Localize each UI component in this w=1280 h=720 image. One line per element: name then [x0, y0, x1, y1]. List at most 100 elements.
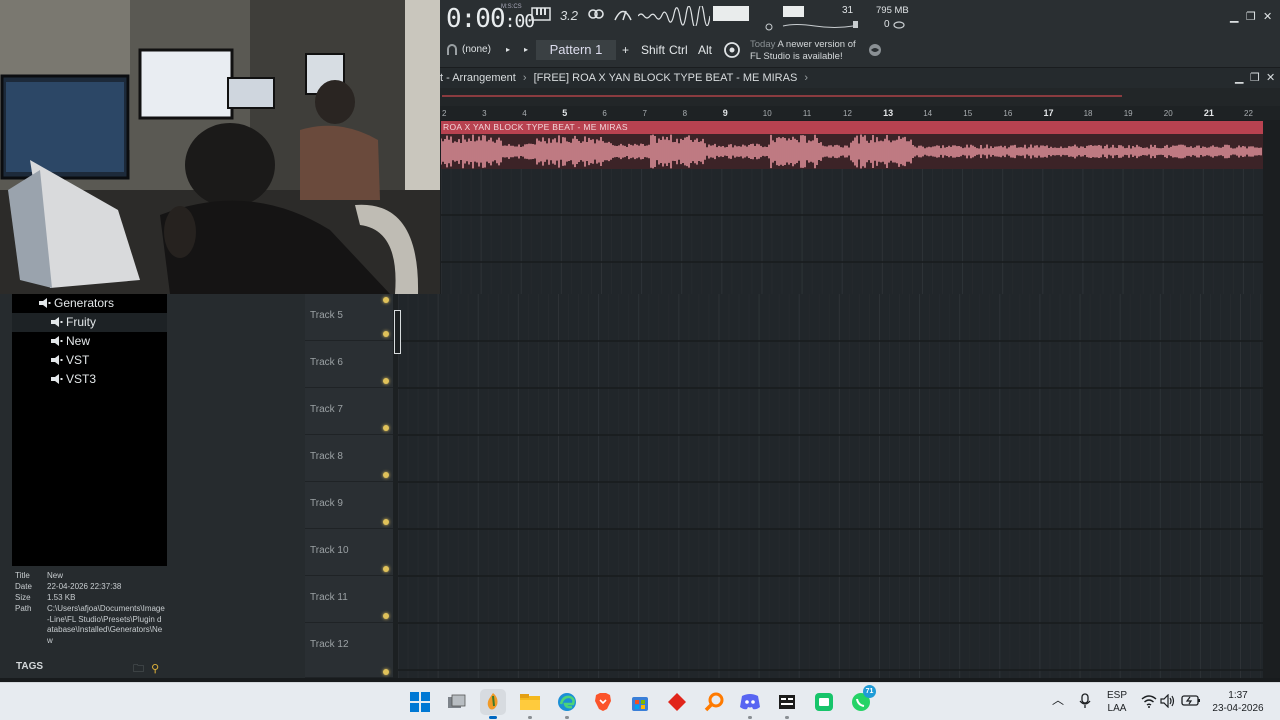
close-icon[interactable]: ✕: [1263, 10, 1272, 23]
system-clock[interactable]: 1:37 23-04-2026: [1208, 689, 1268, 715]
microphone-icon[interactable]: [1079, 693, 1091, 712]
folder-icon[interactable]: 🗀: [133, 663, 144, 675]
oscilloscope-display: [638, 6, 710, 26]
breadcrumb-arrangement[interactable]: t - Arrangement: [440, 72, 516, 84]
brave-icon[interactable]: [590, 689, 616, 715]
playlist-grid-lower[interactable]: [397, 294, 1263, 678]
speaker-icon: [39, 298, 51, 308]
add-pattern-button[interactable]: +: [622, 43, 629, 57]
edge-icon[interactable]: [554, 689, 580, 719]
track-label: Track 12: [310, 639, 349, 650]
track-header[interactable]: Track 10: [305, 529, 393, 576]
piano-keys-icon[interactable]: [530, 7, 552, 25]
browser-item-fruity[interactable]: Fruity: [12, 313, 167, 332]
track-headers: Track 5 Track 6 Track 7 Track 8 Track 9 …: [305, 294, 393, 678]
restore-icon[interactable]: ❐: [1246, 10, 1256, 23]
speaker-icon: [51, 374, 63, 384]
track-label: Track 10: [310, 545, 349, 556]
track-led[interactable]: [383, 519, 389, 525]
ruler-tick: 2: [442, 109, 447, 118]
battery-icon[interactable]: [1181, 693, 1201, 711]
online-icon[interactable]: [868, 43, 882, 57]
track-led[interactable]: [383, 331, 389, 337]
ruler-tick: 18: [1083, 109, 1093, 118]
cpu-meter: [783, 6, 804, 17]
minimize-icon[interactable]: ▁: [1230, 10, 1238, 23]
timeline-ruler[interactable]: 2 3 4 5 6 7 8 9 10 11 12 13 14 15 16 17 18 19 20 21 22: [440, 106, 1280, 120]
ctrl-button[interactable]: Ctrl: [669, 43, 688, 57]
fl-studio-icon[interactable]: [480, 689, 506, 719]
track-header[interactable]: Track 11: [305, 576, 393, 623]
loop-record-icon[interactable]: [585, 7, 607, 25]
time-format-label: M:S:CS: [501, 4, 522, 10]
snap-selector[interactable]: (none): [462, 44, 491, 55]
discord-icon[interactable]: [737, 689, 763, 719]
play-pattern-icon[interactable]: ▸: [524, 45, 528, 54]
green-app-icon[interactable]: [811, 689, 837, 715]
track-led[interactable]: [383, 297, 389, 303]
ruler-tick: 15: [963, 109, 973, 118]
track-led[interactable]: [383, 472, 389, 478]
track-header[interactable]: Track 6: [305, 341, 393, 388]
track-led[interactable]: [383, 425, 389, 431]
whatsapp-icon[interactable]: 71: [848, 685, 876, 715]
news-panel[interactable]: Today A newer version of FL Studio is av…: [750, 39, 856, 63]
track-header[interactable]: Track 7: [305, 388, 393, 435]
alt-button[interactable]: Alt: [698, 43, 712, 57]
snap-icon[interactable]: [446, 44, 458, 59]
ruler-tick: 4: [522, 109, 527, 118]
playlist-restore-icon[interactable]: ❐: [1250, 68, 1260, 88]
track-led[interactable]: [383, 669, 389, 675]
track-header[interactable]: Track 5: [305, 294, 393, 341]
ruler-tick: 8: [682, 109, 688, 118]
ruler-tick: 9: [722, 108, 728, 118]
start-icon[interactable]: [407, 689, 433, 715]
ruler-tick: 14: [923, 109, 933, 118]
browser-item-vst3[interactable]: VST3: [51, 370, 96, 389]
speaker-icon: [51, 317, 63, 327]
ruler-tick: 7: [642, 109, 647, 118]
file-explorer-icon[interactable]: [517, 689, 543, 719]
audio-clip[interactable]: ROA X YAN BLOCK TYPE BEAT - ME MIRAS: [441, 121, 1263, 169]
snap-arrow-icon[interactable]: ▸: [506, 45, 510, 54]
beat-display-icon[interactable]: 3.2: [557, 7, 581, 25]
track-header[interactable]: Track 9: [305, 482, 393, 529]
metronome-icon[interactable]: [612, 7, 634, 25]
scrollbar-thumb[interactable]: [442, 95, 1122, 97]
playlist-close-icon[interactable]: ✕: [1266, 68, 1275, 88]
red-app-icon[interactable]: [664, 689, 690, 715]
track-header[interactable]: Track 12: [305, 623, 393, 678]
browser-list: Generators Fruity New VST VST3: [12, 294, 167, 566]
pattern-selector[interactable]: Pattern 1: [536, 40, 616, 60]
track-led[interactable]: [383, 613, 389, 619]
browser-item-new[interactable]: New: [51, 332, 90, 351]
shift-button[interactable]: Shift: [641, 43, 665, 57]
tray-expand-icon[interactable]: ︿: [1052, 694, 1064, 707]
info-size-key: Size: [15, 593, 31, 602]
master-volume-display[interactable]: [713, 6, 749, 21]
tag-search-icon[interactable]: ⚲: [151, 663, 159, 675]
breadcrumb-end: ›: [804, 72, 809, 84]
browser-folder-generators[interactable]: Generators: [39, 294, 114, 313]
news-icon[interactable]: [723, 41, 741, 59]
pitch-slider[interactable]: [765, 18, 865, 32]
search-app-icon[interactable]: [701, 689, 727, 715]
browser-item-vst[interactable]: VST: [51, 351, 89, 370]
breadcrumb-project[interactable]: [FREE] ROA X YAN BLOCK TYPE BEAT - ME MI…: [534, 72, 798, 84]
ruler-tick: 5: [562, 108, 568, 118]
obs-icon[interactable]: [774, 689, 800, 719]
polyphony-value: 0: [884, 19, 890, 30]
playlist-horizontal-scrollbar[interactable]: [440, 88, 1280, 106]
playlist-minimize-icon[interactable]: ▁: [1235, 68, 1243, 88]
breadcrumb-separator: ›: [522, 72, 527, 84]
volume-icon[interactable]: [1160, 693, 1176, 712]
track-header[interactable]: Track 8: [305, 435, 393, 482]
wifi-icon[interactable]: [1141, 694, 1157, 712]
track-led[interactable]: [383, 566, 389, 572]
track-splitter[interactable]: [393, 294, 401, 678]
track-led[interactable]: [383, 378, 389, 384]
store-icon[interactable]: [627, 689, 653, 715]
vertical-scroll-handle[interactable]: [394, 310, 401, 354]
task-view-icon[interactable]: [444, 689, 470, 715]
language-indicator[interactable]: ESP LAA: [1103, 689, 1131, 715]
